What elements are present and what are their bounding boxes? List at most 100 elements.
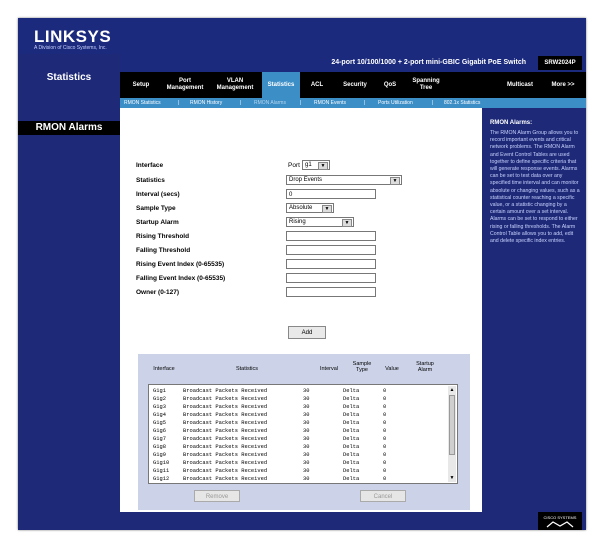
rising-event-index-field[interactable]	[286, 259, 376, 269]
falling-threshold-label: Falling Threshold	[136, 247, 191, 254]
table-cell: Broadcast Packets Received	[183, 428, 268, 434]
app-frame: LINKSYS A Division of Cisco Systems, Inc…	[18, 18, 586, 530]
table-cell: 0	[383, 436, 387, 442]
subnav-ports-utilization[interactable]: Ports Utilization	[378, 98, 413, 108]
table-cell: 30	[303, 404, 310, 410]
subnav-separator: |	[178, 100, 180, 106]
cisco-bridge-icon	[546, 521, 574, 528]
table-cell: Broadcast Packets Received	[183, 468, 268, 474]
col-header-startup-alarm: Startup Alarm	[416, 361, 434, 373]
owner-field[interactable]	[286, 287, 376, 297]
table-cell: Broadcast Packets Received	[183, 420, 268, 426]
cancel-button[interactable]: Cancel	[360, 490, 406, 502]
statistics-select[interactable]: Drop Events ▼	[286, 175, 402, 185]
table-cell: Delta	[343, 452, 360, 458]
help-panel: RMON Alarms: The RMON Alarm Group allows…	[482, 108, 586, 512]
table-cell: G1g1	[153, 388, 166, 394]
rising-threshold-field[interactable]	[286, 231, 376, 241]
add-button[interactable]: Add	[288, 326, 326, 339]
table-cell: 0	[383, 420, 387, 426]
tab-more[interactable]: More >>	[544, 72, 582, 98]
interface-label: Interface	[136, 162, 164, 169]
cisco-logo: CISCO SYSTEMS	[538, 512, 582, 530]
falling-threshold-field[interactable]	[286, 245, 376, 255]
help-text: The RMON Alarm Group allows you to recor…	[490, 130, 580, 245]
statistics-label: Statistics	[136, 177, 165, 184]
port-label: Port	[288, 162, 300, 169]
tab-spanning-tree[interactable]: Spanning Tree	[406, 72, 446, 98]
tab-acl[interactable]: ACL	[304, 72, 330, 98]
subnav-rmon-events[interactable]: RMON Events	[314, 98, 346, 108]
logo-band: LINKSYS A Division of Cisco Systems, Inc…	[18, 18, 586, 54]
scroll-down-icon[interactable]: ▼	[448, 474, 456, 482]
tab-security[interactable]: Security	[336, 72, 374, 98]
tab-qos[interactable]: QoS	[378, 72, 402, 98]
table-cell: G1g4	[153, 412, 166, 418]
table-cell: Broadcast Packets Received	[183, 452, 268, 458]
chevron-down-icon: ▼	[390, 177, 400, 185]
page-title: RMON Alarms	[35, 122, 103, 133]
table-cell: Delta	[343, 444, 360, 450]
table-cell: 0	[383, 452, 387, 458]
remove-button[interactable]: Remove	[194, 490, 240, 502]
scrollbar[interactable]: ▲ ▼	[448, 386, 456, 482]
table-cell: Broadcast Packets Received	[183, 404, 268, 410]
table-cell: G1g2	[153, 396, 166, 402]
sample-type-label: Sample Type	[136, 205, 176, 212]
alarm-table: Interface Statistics Interval Sample Typ…	[138, 354, 470, 510]
table-cell: Delta	[343, 460, 360, 466]
tab-multicast[interactable]: Multicast	[498, 72, 542, 98]
table-cell: 0	[383, 388, 387, 394]
table-cell: 0	[383, 460, 387, 466]
table-cell: 0	[383, 404, 387, 410]
table-cell: Broadcast Packets Received	[183, 396, 268, 402]
subnav-rmon-history[interactable]: RMON History	[190, 98, 222, 108]
table-cell: 0	[383, 476, 387, 482]
model-badge: SRW2024P	[538, 56, 582, 70]
tab-setup[interactable]: Setup	[126, 72, 156, 98]
interval-label: Interval (secs)	[136, 191, 180, 198]
table-cell: G1g6	[153, 428, 166, 434]
subnav-rmon-alarms[interactable]: RMON Alarms	[254, 98, 286, 108]
table-cell: G1g10	[153, 460, 170, 466]
table-cell: Delta	[343, 404, 360, 410]
chevron-down-icon: ▼	[342, 219, 352, 227]
table-cell: G1g12	[153, 476, 170, 482]
sample-type-select[interactable]: Absolute ▼	[286, 203, 334, 213]
subnav-separator: |	[300, 100, 302, 106]
table-cell: 30	[303, 444, 310, 450]
table-cell: 30	[303, 436, 310, 442]
linksys-logo: LINKSYS	[34, 27, 112, 46]
tab-vlan-management[interactable]: VLAN Management	[212, 72, 258, 98]
table-cell: Delta	[343, 468, 360, 474]
scroll-up-icon[interactable]: ▲	[448, 386, 456, 394]
table-cell: Delta	[343, 420, 360, 426]
statistics-select-value: Drop Events	[289, 177, 323, 183]
interval-field[interactable]: 0	[286, 189, 376, 199]
table-cell: Delta	[343, 428, 360, 434]
table-cell: 30	[303, 468, 310, 474]
table-cell: G1g5	[153, 420, 166, 426]
table-cell: 30	[303, 412, 310, 418]
table-cell: 30	[303, 460, 310, 466]
falling-event-index-field[interactable]	[286, 273, 376, 283]
subnav-separator: |	[432, 100, 434, 106]
tab-statistics[interactable]: Statistics	[262, 72, 300, 98]
alarm-list[interactable]: G1g1 Broadcast Packets Received 30 Delta 0 G1…	[148, 384, 458, 484]
subnav-8021x-statistics[interactable]: 802.1x Statistics	[444, 98, 480, 108]
col-header-sample-type: Sample Type	[352, 361, 372, 373]
port-select[interactable]: g1 ▼	[302, 160, 330, 170]
table-cell: G1g7	[153, 436, 166, 442]
tab-port-management[interactable]: Port Management	[162, 72, 208, 98]
main-content: Interface Port g1 ▼ Statistics Drop Even…	[120, 108, 482, 512]
startup-alarm-select[interactable]: Rising ▼	[286, 217, 354, 227]
table-cell: 30	[303, 428, 310, 434]
col-header-statistics: Statistics	[235, 366, 258, 372]
table-cell: 0	[383, 444, 387, 450]
subnav-rmon-statistics[interactable]: RMON Statistics	[124, 98, 161, 108]
rising-event-index-label: Rising Event Index (0-65535)	[136, 261, 225, 268]
subnav-separator: |	[240, 100, 242, 106]
page-title-bar: RMON Alarms	[18, 121, 120, 135]
scroll-thumb[interactable]	[449, 395, 455, 455]
section-title: Statistics	[46, 72, 92, 83]
